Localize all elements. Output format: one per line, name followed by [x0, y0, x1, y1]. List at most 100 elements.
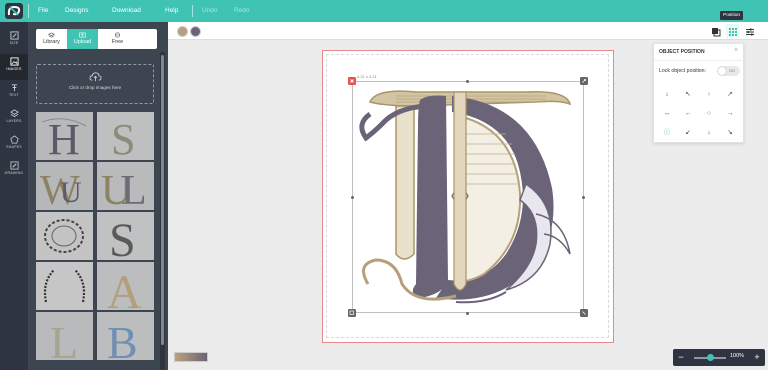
shapes-icon [9, 135, 19, 144]
tab-label: Free [111, 39, 124, 45]
sidebar-item-layers[interactable]: LAYERS [0, 106, 28, 132]
adjust-icon[interactable] [745, 27, 755, 37]
tab-free[interactable]: Free [102, 29, 133, 49]
toggle-label: NO [729, 68, 735, 73]
rotate-handle-icon[interactable] [580, 77, 588, 85]
sidebar-item-label: IMAGES [6, 67, 22, 71]
svg-text:S: S [109, 214, 136, 260]
svg-text:S: S [111, 115, 135, 160]
upload-icon [79, 32, 86, 38]
image-thumbnail[interactable]: H [36, 112, 93, 160]
close-icon[interactable]: × [734, 47, 738, 54]
sidebar-item-label: TEXT [9, 93, 19, 97]
top-right-button[interactable]: ↗ [725, 90, 735, 100]
layers-icon [9, 109, 19, 118]
upload-dropzone[interactable]: Click or drop images here [36, 64, 154, 104]
bottom-mid-handle[interactable] [466, 312, 469, 315]
images-panel: Library Upload Free Click or drop images… [28, 22, 168, 370]
center-button[interactable]: ○ [704, 109, 714, 119]
menu-help[interactable]: Help [165, 0, 178, 22]
redo-button[interactable]: Redo [234, 0, 250, 22]
text-icon [11, 84, 17, 92]
center-horizontal-button[interactable]: ↔ [662, 109, 672, 119]
dropzone-text: Click or drop images here [68, 85, 122, 90]
free-icon [114, 32, 121, 38]
copy-handle-icon[interactable] [348, 309, 356, 317]
image-thumbnail[interactable] [36, 212, 93, 260]
logo-icon[interactable] [4, 2, 24, 20]
lock-position-label: Lock object position: [659, 68, 707, 74]
object-position-popup: OBJECT POSITION × Lock object position: … [653, 43, 745, 143]
sidebar-item-label: DRAWING [4, 171, 24, 175]
image-thumbnail[interactable]: S [97, 212, 154, 260]
menu-designs[interactable]: Designs [65, 0, 88, 22]
svg-text:U: U [60, 176, 82, 209]
bottom-right-button[interactable]: ↘ [725, 128, 735, 138]
bottom-left-button[interactable]: ↙ [683, 128, 693, 138]
sidebar-item-drawing[interactable]: DRAWING [0, 158, 28, 184]
top-mid-handle[interactable] [466, 80, 469, 83]
left-mid-handle[interactable] [351, 196, 354, 199]
tab-library[interactable]: Library [36, 29, 67, 49]
image-source-tabs: Library Upload Free [36, 29, 157, 49]
image-thumbnail[interactable]: S [97, 112, 154, 160]
tab-label: Upload [73, 39, 92, 45]
image-thumbnail[interactable] [36, 262, 93, 310]
undo-button[interactable]: Undo [202, 0, 218, 22]
top-center-button[interactable]: ↑ [704, 90, 714, 100]
lock-position-toggle[interactable]: NO [717, 66, 740, 76]
cloud-upload-icon [89, 72, 101, 82]
svg-text:L: L [121, 168, 147, 210]
menu-file[interactable]: File [38, 0, 48, 22]
resize-handle-icon[interactable] [580, 309, 588, 317]
size-icon [9, 31, 19, 40]
zoom-out-button[interactable]: − [676, 351, 686, 364]
topbar-divider [28, 4, 29, 18]
right-mid-handle[interactable] [582, 196, 585, 199]
image-thumbnail[interactable]: UL [97, 162, 154, 210]
position-icon[interactable] [728, 27, 738, 37]
svg-text:A: A [107, 266, 142, 310]
selection-size-label: 4.21 x 4.21 [357, 74, 377, 79]
sidebar-item-label: LAYERS [6, 119, 22, 123]
delete-handle-icon[interactable] [348, 77, 356, 85]
middle-right-button[interactable]: → [725, 109, 735, 119]
sidebar-item-label: SHAPES [6, 145, 22, 149]
image-thumbnail[interactable]: WU [36, 162, 93, 210]
sidebar-rail: SIZE IMAGES TEXT LAYERS SHAPES DRAWING [0, 22, 28, 370]
arrange-icon[interactable] [711, 27, 721, 37]
toggle-knob [718, 67, 726, 75]
color-swatch-gold[interactable] [177, 26, 188, 37]
library-icon [48, 32, 55, 38]
zoom-slider-knob[interactable] [706, 354, 714, 361]
drawing-icon [9, 161, 19, 170]
top-left-button[interactable]: ↖ [683, 90, 693, 100]
sidebar-item-text[interactable]: TEXT [0, 80, 28, 106]
canvas-toolbar [168, 22, 768, 40]
top-bar: File Designs Download Help Undo Redo [0, 0, 768, 22]
center-both-button[interactable]: ⓘ [662, 128, 672, 138]
image-thumbnail[interactable]: L [36, 312, 93, 360]
middle-left-button[interactable]: ← [683, 109, 693, 119]
tab-upload[interactable]: Upload [67, 29, 98, 49]
image-thumbnail[interactable]: A [97, 262, 154, 310]
image-thumbnail[interactable]: B [97, 312, 154, 360]
popup-divider [654, 60, 745, 61]
svg-text:L: L [50, 317, 78, 360]
svg-text:B: B [107, 317, 138, 360]
menu-divider [192, 5, 193, 17]
sidebar-item-images[interactable]: IMAGES [0, 54, 28, 80]
center-vertical-button[interactable]: ↕ [662, 90, 672, 100]
panel-scrollbar-thumb[interactable] [161, 55, 164, 345]
sidebar-item-shapes[interactable]: SHAPES [0, 132, 28, 158]
color-swatch-purple[interactable] [190, 26, 201, 37]
position-tooltip: Position [720, 11, 744, 20]
menu-download[interactable]: Download [112, 0, 141, 22]
popup-title: OBJECT POSITION [659, 49, 705, 55]
bottom-center-button[interactable]: ↓ [704, 128, 714, 138]
tab-label: Library [43, 39, 60, 45]
sidebar-item-size[interactable]: SIZE [0, 28, 28, 54]
zoom-in-button[interactable]: + [752, 351, 762, 364]
gradient-color-bar[interactable] [174, 352, 208, 362]
zoom-percent: 100% [730, 353, 745, 359]
